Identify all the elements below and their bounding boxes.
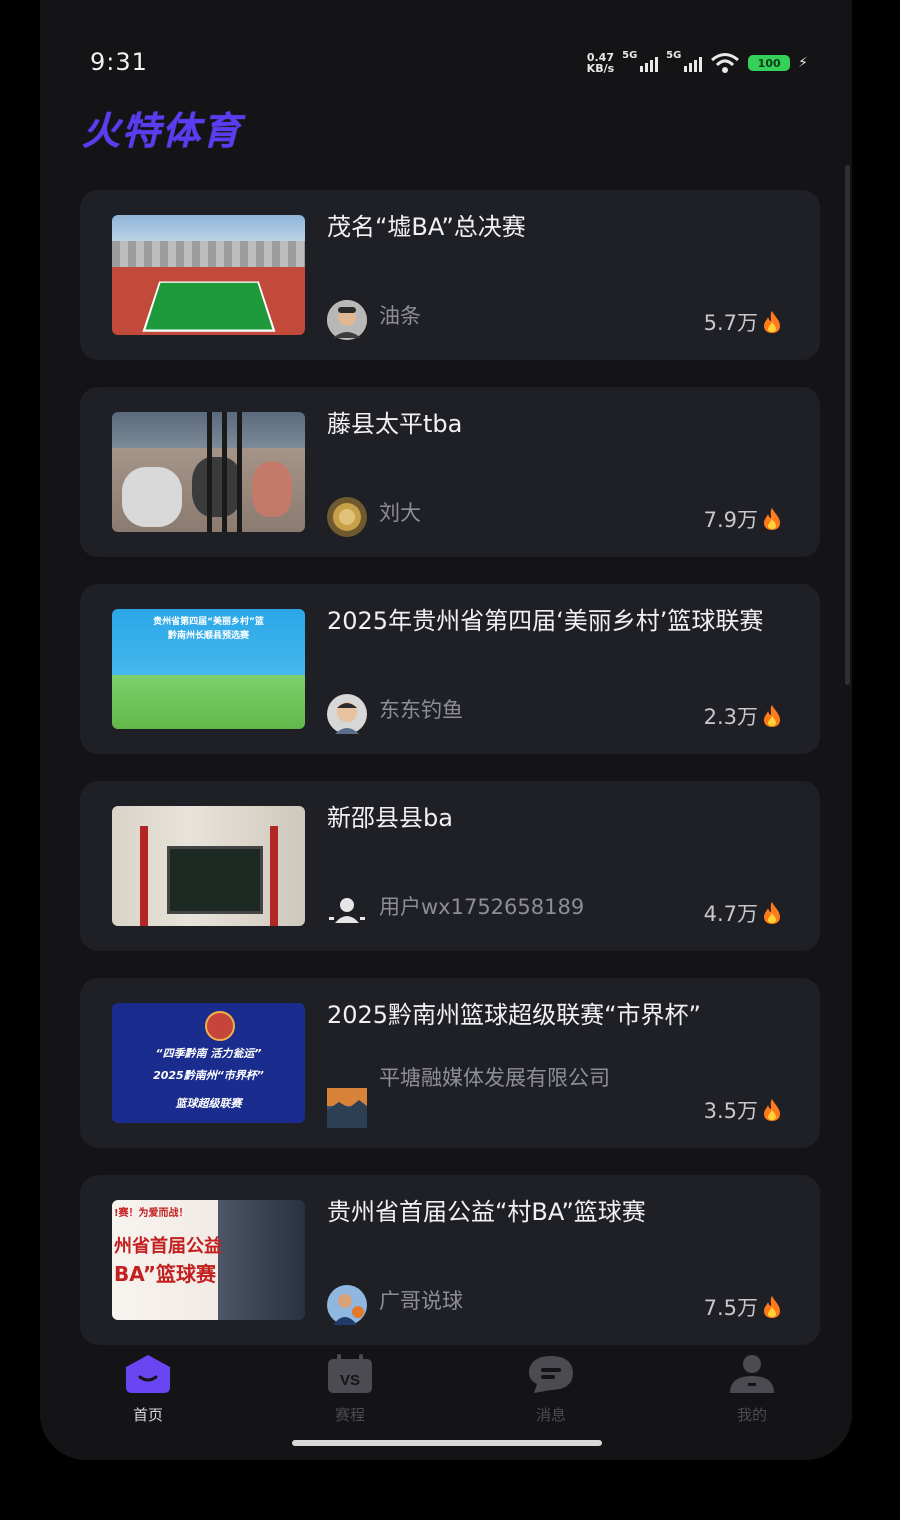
game-card[interactable]: 藤县太平tba 刘大 7.9万 [80,387,820,557]
fire-icon [764,508,780,530]
fire-icon [764,1296,780,1318]
view-count: 7.9万 [704,504,782,534]
game-title: 新邵县县ba [327,804,453,832]
game-thumbnail [112,215,305,335]
game-author: 广哥说球 [379,1289,463,1313]
view-count: 3.5万 [704,1095,782,1125]
game-list: 茂名“墟BA”总决赛 油条 5.7万 藤县太平tba 刘大 7.9万 贵州省第四… [80,190,820,1372]
view-count: 4.7万 [704,898,782,928]
game-card[interactable]: 新邵县县ba 用户wx1752658189 4.7万 [80,781,820,951]
fire-icon [764,705,780,727]
child-avatar-icon [327,694,367,734]
tab-home[interactable]: 首页 [88,1352,208,1425]
scrollbar[interactable] [845,165,850,685]
charging-icon: ⚡ [798,55,808,71]
game-thumbnail: !赛！为爱而战！ 州省首届公益 BA”篮球赛 [112,1200,305,1320]
game-thumbnail: “四季黔南 活力瓮运” 2025黔南州“市界杯” 篮球超级联赛 [112,1003,305,1123]
game-author: 用户wx1752658189 [379,895,585,919]
game-thumbnail [112,806,305,926]
fire-icon [764,902,780,924]
game-title: 2025年贵州省第四届‘美丽乡村’篮球联赛 [327,607,764,635]
game-author: 油条 [379,304,421,328]
landscape-avatar-icon [327,1088,367,1128]
status-bar: 9:31 0.47 KB/s 5G 5G 100 ⚡ [0,0,900,110]
view-count: 2.3万 [704,701,782,731]
tab-profile[interactable]: 我的 [692,1352,812,1425]
game-card[interactable]: 贵州省第四届“美丽乡村”篮 黔南州长顺县预选赛 2025年贵州省第四届‘美丽乡村… [80,584,820,754]
game-title: 2025黔南州篮球超级联赛“市界杯” [327,1001,701,1029]
face-avatar-icon [327,300,367,340]
game-thumbnail: 贵州省第四届“美丽乡村”篮 黔南州长顺县预选赛 [112,609,305,729]
game-title: 茂名“墟BA”总决赛 [327,213,526,241]
view-count: 5.7万 [704,307,782,337]
app-title: 火特体育 [82,109,243,153]
default-user-icon [327,891,367,931]
home-indicator[interactable] [292,1440,602,1446]
wifi-icon [711,53,740,73]
signal-icon: 5G [622,50,659,72]
bottom-tab-bar: 首页 VS 赛程 消息 我的 [48,1352,852,1442]
battery-icon: 100 [748,55,791,71]
medal-avatar-icon [327,497,367,537]
profile-icon [727,1352,777,1396]
signal-icon: 5G [666,50,703,72]
status-time: 9:31 [90,48,148,76]
status-indicators: 0.47 KB/s 5G 5G 100 ⚡ [586,50,808,75]
game-thumbnail [112,412,305,532]
vs-schedule-icon: VS [325,1352,375,1396]
game-author: 平塘融媒体发展有限公司 [379,1066,610,1090]
tab-schedule[interactable]: VS 赛程 [290,1352,410,1425]
game-card[interactable]: “四季黔南 活力瓮运” 2025黔南州“市界杯” 篮球超级联赛 2025黔南州篮… [80,978,820,1148]
message-icon [526,1352,576,1396]
game-card[interactable]: !赛！为爱而战！ 州省首届公益 BA”篮球赛 贵州省首届公益“村BA”篮球赛 广… [80,1175,820,1345]
tab-messages[interactable]: 消息 [491,1352,611,1425]
game-author: 刘大 [379,501,421,525]
home-icon [123,1352,173,1396]
game-author: 东东钓鱼 [379,698,463,722]
game-card[interactable]: 茂名“墟BA”总决赛 油条 5.7万 [80,190,820,360]
view-count: 7.5万 [704,1292,782,1322]
svg-text:VS: VS [340,1372,360,1389]
fire-icon [764,1099,780,1121]
game-title: 贵州省首届公益“村BA”篮球赛 [327,1198,646,1226]
fire-icon [764,311,780,333]
game-title: 藤县太平tba [327,410,463,438]
player-avatar-icon [327,1285,367,1325]
network-speed: 0.47 KB/s [586,51,615,75]
